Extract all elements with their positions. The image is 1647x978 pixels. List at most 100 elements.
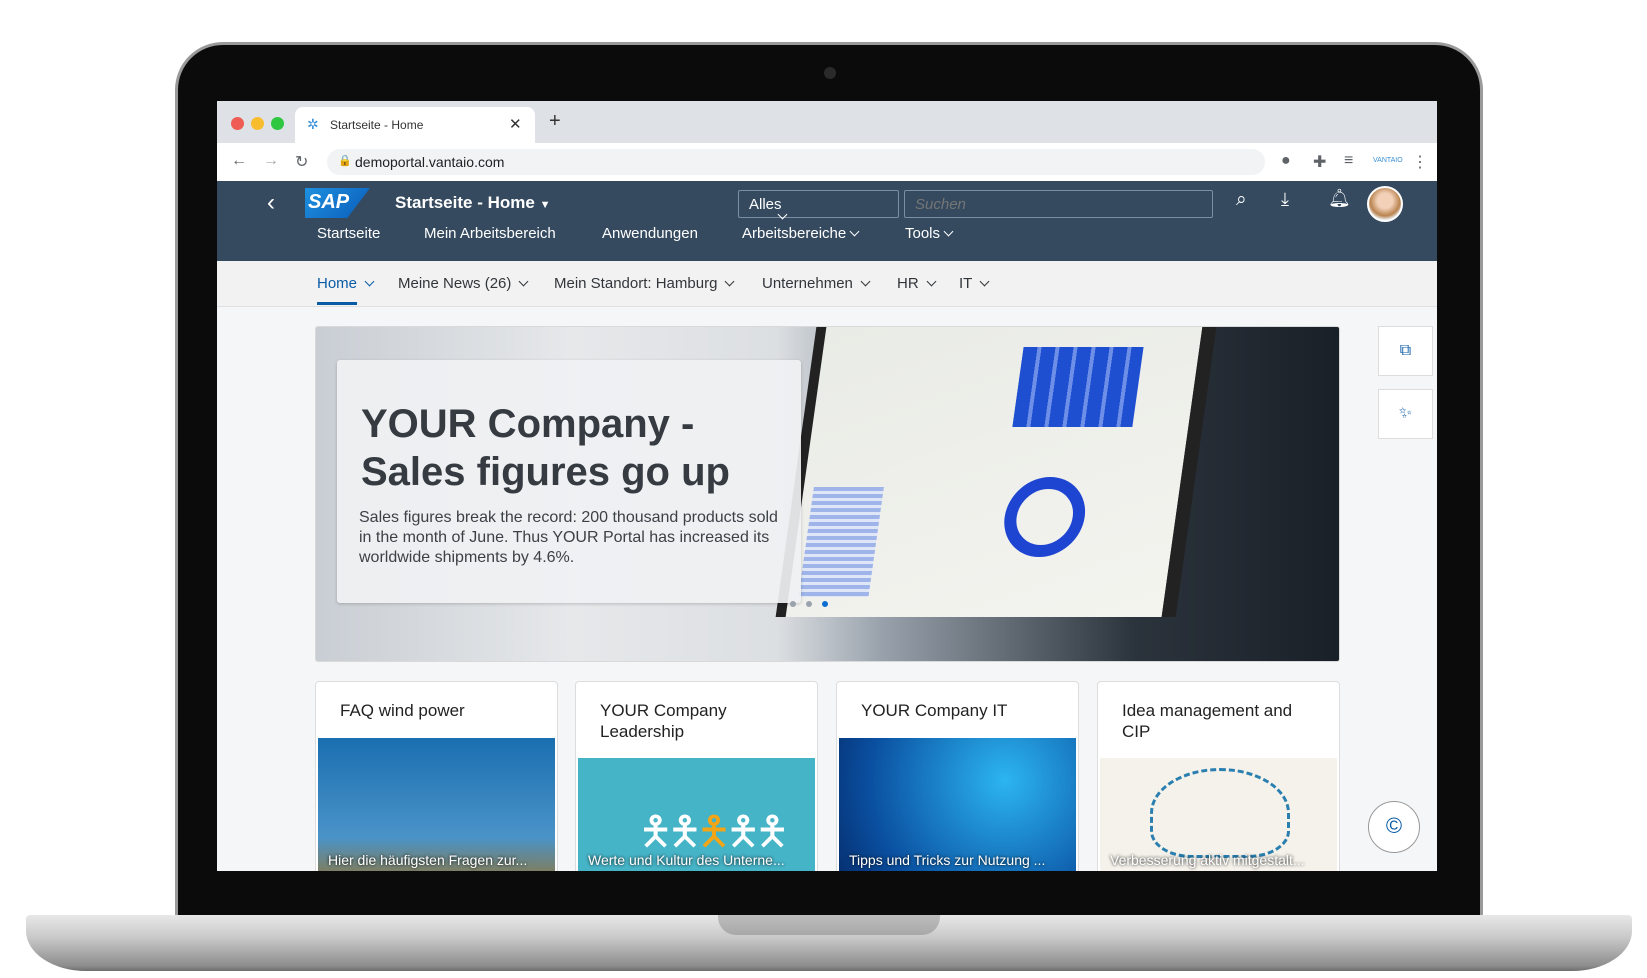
active-tab-indicator xyxy=(317,302,357,305)
subnav-mein-standort[interactable]: Mein Standort: Hamburg xyxy=(554,275,735,292)
donut-graphic xyxy=(999,477,1091,557)
subnav-home[interactable]: Home xyxy=(317,275,375,292)
shell-header: ‹ SAP Startseite - Home ▼ Alles ⌕ ⤓ 🔔︎ S… xyxy=(217,181,1437,261)
nav-label: Arbeitsbereiche xyxy=(742,225,847,242)
chevron-down-icon xyxy=(518,276,529,287)
carousel-dot[interactable] xyxy=(806,601,812,607)
close-window-button[interactable] xyxy=(231,117,244,130)
brain-graphic xyxy=(1150,768,1290,858)
address-bar-row: ← → ↻ 🔒 demoportal.vantaio.com ● ✚ ≡ VAN… xyxy=(217,143,1437,181)
subnav-label: Unternehmen xyxy=(762,275,853,292)
chevron-down-icon xyxy=(926,276,937,287)
hero-image xyxy=(775,327,1217,617)
scope-value: Alles xyxy=(749,196,782,213)
extension-circle-icon[interactable]: ● xyxy=(1281,152,1291,170)
download-icon[interactable]: ⤓ xyxy=(1281,189,1289,210)
back-icon[interactable]: ← xyxy=(231,152,247,170)
avatar[interactable] xyxy=(1367,186,1403,222)
sitemap-icon: ⧉ xyxy=(1399,342,1412,359)
card-company-it[interactable]: YOUR Company IT Tipps und Tricks zur Nut… xyxy=(836,681,1079,871)
hero-text: Sales figures break the record: 200 thou… xyxy=(359,509,778,566)
chevron-down-icon xyxy=(860,276,871,287)
card-image: Verbesserung aktiv mitgestalt... xyxy=(1100,758,1337,871)
subnav-it[interactable]: IT xyxy=(959,275,990,292)
subnav-meine-news[interactable]: Meine News (26) xyxy=(398,275,529,292)
card-caption: Verbesserung aktiv mitgestalt... xyxy=(1110,852,1305,868)
copilot-icon: © xyxy=(1385,813,1403,838)
carousel-dot-active[interactable] xyxy=(822,601,828,607)
chevron-down-icon xyxy=(849,226,860,237)
sap-logo[interactable]: SAP xyxy=(305,188,370,218)
tab-title: Startseite - Home xyxy=(330,118,424,132)
forward-icon[interactable]: → xyxy=(263,152,279,170)
hero-carousel[interactable]: YOUR Company - Sales figures go up Sales… xyxy=(315,326,1340,662)
carousel-dot[interactable] xyxy=(790,601,796,607)
favicon-icon: ✲ xyxy=(307,116,319,132)
hero-text-panel: YOUR Company - Sales figures go up Sales… xyxy=(337,360,801,603)
laptop-notch xyxy=(718,915,940,935)
sitemap-button[interactable]: ⧉ xyxy=(1378,326,1433,376)
nav-label: Tools xyxy=(905,225,941,242)
puzzle-icon[interactable]: ✚ xyxy=(1313,152,1326,172)
subnav-label: Meine News (26) xyxy=(398,275,512,292)
card-caption: Tipps und Tricks zur Nutzung ... xyxy=(849,852,1046,868)
lock-icon: 🔒 xyxy=(338,155,352,167)
sub-navigation: Home Meine News (26) Mein Standort: Hamb… xyxy=(217,261,1437,307)
camera xyxy=(824,67,836,79)
browser-tab[interactable]: ✲ Startseite - Home ✕ xyxy=(295,107,535,143)
nav-arbeitsbereiche[interactable]: Arbeitsbereiche xyxy=(742,225,860,242)
hero-title: YOUR Company - Sales figures go up xyxy=(361,402,730,494)
nav-anwendungen[interactable]: Anwendungen xyxy=(602,225,698,242)
nav-startseite[interactable]: Startseite xyxy=(317,225,380,242)
back-chevron-icon[interactable]: ‹ xyxy=(267,189,275,217)
magic-wand-icon: ✨︎ xyxy=(1398,405,1413,422)
card-image: 🯅🯅🯅🯅🯅 Werte und Kultur des Unterne... xyxy=(578,758,815,871)
close-tab-icon[interactable]: ✕ xyxy=(509,115,522,133)
card-image: Hier die häufigsten Fragen zur... xyxy=(318,738,555,871)
subnav-label: Mein Standort: Hamburg xyxy=(554,275,718,292)
reload-icon[interactable]: ↻ xyxy=(295,152,308,172)
new-tab-icon[interactable]: + xyxy=(549,110,561,133)
browser-tab-bar: ✲ Startseite - Home ✕ + xyxy=(217,101,1437,143)
subnav-label: HR xyxy=(897,275,919,292)
card-company-leadership[interactable]: YOUR Company Leadership 🯅🯅🯅🯅🯅 Werte und … xyxy=(575,681,818,871)
card-title: Idea management and CIP xyxy=(1122,701,1293,741)
title-text: Startseite - Home xyxy=(395,193,535,212)
card-idea-management[interactable]: Idea management and CIP Verbesserung akt… xyxy=(1097,681,1340,871)
table-graphic xyxy=(798,487,884,597)
chevron-down-icon xyxy=(364,276,375,287)
card-title: YOUR Company IT xyxy=(861,701,1008,720)
subnav-hr[interactable]: HR xyxy=(897,275,937,292)
url-text: demoportal.vantaio.com xyxy=(355,154,505,170)
search-icon[interactable]: ⌕ xyxy=(1236,189,1247,211)
card-caption: Werte und Kultur des Unterne... xyxy=(588,852,785,868)
nav-mein-arbeitsbereich[interactable]: Mein Arbeitsbereich xyxy=(424,225,556,242)
scope-select[interactable]: Alles xyxy=(738,190,899,220)
minimize-window-button[interactable] xyxy=(251,117,264,130)
chevron-down-icon xyxy=(724,276,735,287)
chevron-down-icon xyxy=(943,226,954,237)
url-field[interactable]: 🔒 demoportal.vantaio.com xyxy=(327,149,1265,175)
bell-icon[interactable]: 🔔︎ xyxy=(1328,188,1351,209)
card-title: YOUR Company Leadership xyxy=(600,701,727,741)
card-caption: Hier die häufigsten Fragen zur... xyxy=(328,852,528,868)
chart-graphic xyxy=(1012,347,1144,427)
page-title[interactable]: Startseite - Home ▼ xyxy=(395,193,550,213)
card-title: FAQ wind power xyxy=(340,701,465,720)
reading-list-icon[interactable]: ≡ xyxy=(1344,152,1353,170)
magic-wand-button[interactable]: ✨︎ xyxy=(1378,389,1433,439)
chevron-down-icon xyxy=(979,276,990,287)
nav-tools[interactable]: Tools xyxy=(905,225,954,242)
maximize-window-button[interactable] xyxy=(271,117,284,130)
card-faq-wind-power[interactable]: FAQ wind power Hier die häufigsten Frage… xyxy=(315,681,558,871)
copilot-button[interactable]: © xyxy=(1368,801,1420,853)
subnav-unternehmen[interactable]: Unternehmen xyxy=(762,275,871,292)
menu-icon[interactable]: ⋮ xyxy=(1412,152,1428,172)
search-input[interactable] xyxy=(904,190,1213,218)
screen: ✲ Startseite - Home ✕ + ← → ↻ 🔒 demoport… xyxy=(217,101,1437,871)
caret-down-icon: ▼ xyxy=(539,199,551,211)
card-image: Tipps und Tricks zur Nutzung ... xyxy=(839,738,1076,871)
subnav-label: Home xyxy=(317,275,358,292)
profile-button[interactable]: VANTAIO xyxy=(1373,157,1403,164)
subnav-label: IT xyxy=(959,275,973,292)
